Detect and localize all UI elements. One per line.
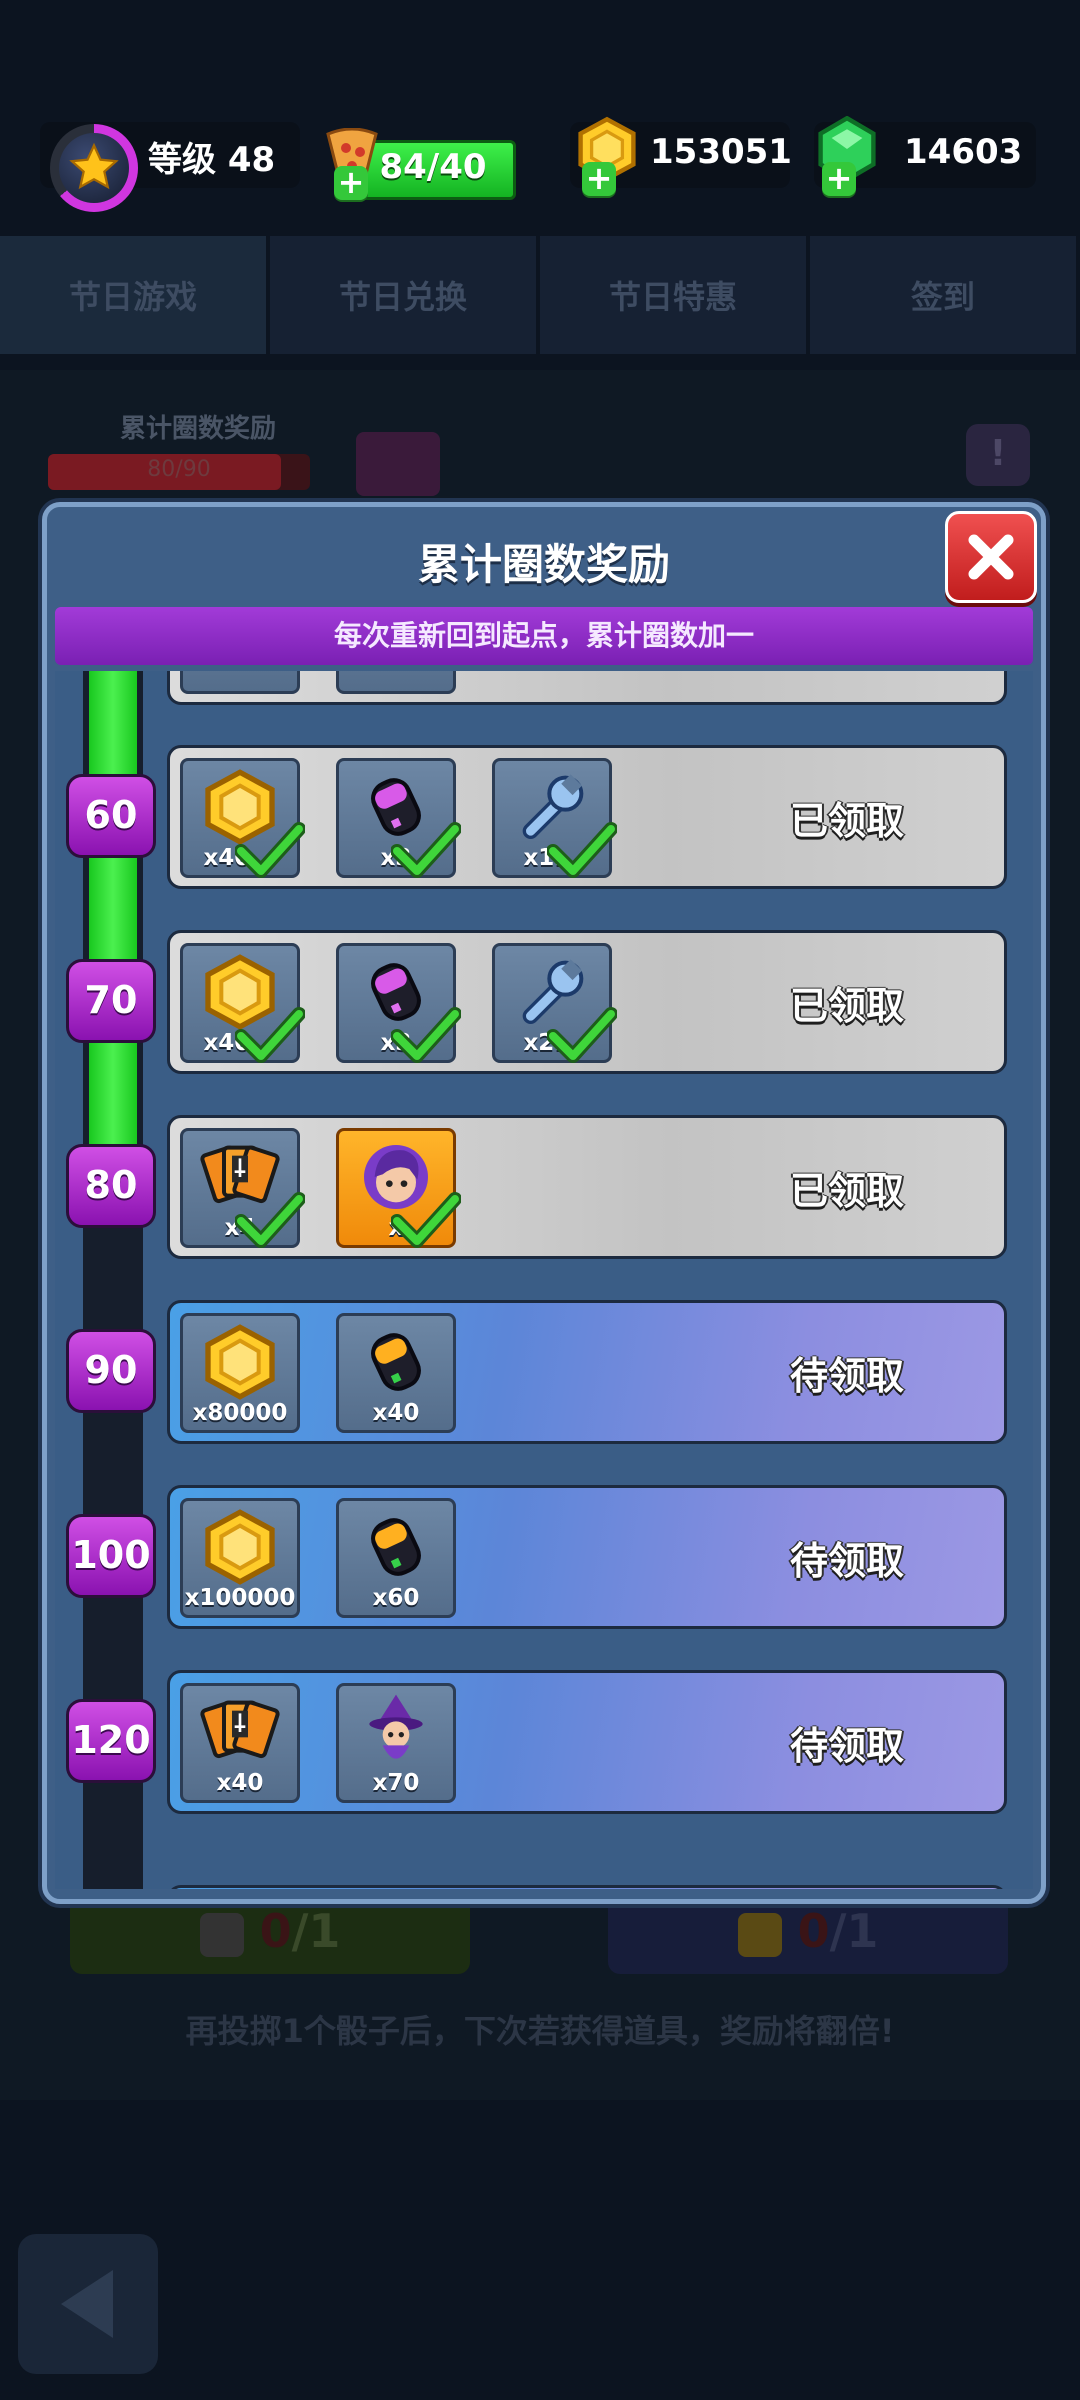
close-button[interactable] xyxy=(945,511,1037,603)
coins-display[interactable]: + 153051 xyxy=(570,116,792,196)
energy-display[interactable]: 84/40 + xyxy=(320,122,580,200)
check-icon xyxy=(391,1007,461,1063)
milestone-badge: 60 xyxy=(66,774,156,858)
gems-value: 14603 xyxy=(904,132,1023,172)
resource-bar: 等级 48 84/40 + + 153051 + 14603 xyxy=(40,108,1040,212)
milestone-badge: 90 xyxy=(66,1329,156,1413)
reward-row-partial-next xyxy=(167,1885,1007,1889)
orange-canister-icon xyxy=(356,1507,436,1587)
check-icon xyxy=(235,822,305,878)
coins-value: 153051 xyxy=(650,132,792,172)
cards-icon xyxy=(200,1692,280,1772)
info-button[interactable]: ! xyxy=(966,424,1030,486)
reward-item[interactable]: x4 xyxy=(180,1128,305,1248)
claimed-status: 已领取 xyxy=(789,799,904,843)
reward-quantity: x40 xyxy=(216,1770,264,1796)
coin-icon xyxy=(200,1507,280,1587)
bg-progress-text: 80/90 xyxy=(147,457,211,482)
claimed-status: 已领取 xyxy=(789,984,904,1028)
check-icon xyxy=(391,1192,461,1248)
milestone-badge: 80 xyxy=(66,1144,156,1228)
check-icon xyxy=(391,822,461,878)
reward-item[interactable]: x40 xyxy=(180,1683,300,1803)
reward-quantity: x80000 xyxy=(192,1400,288,1426)
reward-row-partial xyxy=(167,671,1007,705)
milestone-badge: 120 xyxy=(66,1699,156,1783)
level-label: 等级 48 xyxy=(148,140,276,180)
dice-count-total: /1 xyxy=(291,1904,341,1958)
add-gems-button[interactable]: + xyxy=(822,162,856,196)
close-icon xyxy=(968,534,1014,580)
reward-row-80[interactable]: 80 x4 x 已领取 xyxy=(66,1115,1007,1259)
gold-dice-icon xyxy=(737,1912,782,1957)
reward-quantity: x70 xyxy=(372,1770,420,1796)
bg-laps-label: 累计圈数奖励 xyxy=(120,414,277,444)
check-icon xyxy=(547,1007,617,1063)
reward-item[interactable]: x2... xyxy=(492,943,617,1063)
add-coins-button[interactable]: + xyxy=(582,162,616,196)
milestone-badge: 70 xyxy=(66,959,156,1043)
back-button[interactable] xyxy=(18,2234,158,2374)
modal-banner: 每次重新回到起点，累计圈数加一 xyxy=(55,607,1033,665)
reward-quantity: x40 xyxy=(372,1400,420,1426)
reward-item[interactable]: x3 xyxy=(336,758,461,878)
star-icon xyxy=(69,142,119,190)
double-reward-hint: 再投掷1个骰子后，下次若获得道具，奖励将翻倍! xyxy=(185,2012,895,2050)
dice-count-current: 0 xyxy=(797,1904,830,1958)
tab-festival-exchange[interactable]: 节日兑换 xyxy=(270,236,536,354)
reward-item[interactable]: x40... xyxy=(180,943,305,1063)
orange-canister-icon xyxy=(356,1322,436,1402)
tab-festival-deals[interactable]: 节日特惠 xyxy=(540,236,806,354)
tab-festival-game[interactable]: 节日游戏 xyxy=(0,236,266,354)
reward-item[interactable]: x1... xyxy=(492,758,617,878)
reward-item[interactable]: x40... xyxy=(180,758,305,878)
reward-row-60[interactable]: 60 x40... x3 x1... 已领取 xyxy=(66,745,1007,889)
modal-title: 累计圈数奖励 xyxy=(417,540,670,589)
reward-item[interactable]: x3 xyxy=(336,943,461,1063)
reward-quantity: x100000 xyxy=(184,1585,296,1611)
reward-item[interactable]: x70 xyxy=(336,1683,456,1803)
reward-row-90[interactable]: 90 x80000 x40 待领取 xyxy=(66,1300,1007,1444)
dice-count-total: /1 xyxy=(829,1904,879,1958)
gems-display[interactable]: + 14603 xyxy=(814,116,1036,196)
bg-laps-progress: 80/90 xyxy=(48,454,310,490)
dice-icon xyxy=(199,1912,244,1957)
claimed-status: 已领取 xyxy=(789,1169,904,1213)
tab-sign-in[interactable]: 签到 xyxy=(810,236,1076,354)
reward-row-120[interactable]: 120 x40 x70 待领取 xyxy=(66,1670,1007,1814)
laps-reward-modal: 累计圈数奖励 每次重新回到起点，累计圈数加一 60 x40... x3 x1... 已领… xyxy=(42,502,1046,1904)
claim-button[interactable]: 待领取 xyxy=(790,1530,904,1585)
reward-list[interactable]: 60 x40... x3 x1... 已领取 70 x40... x3 x2... 已领取 80 x4… xyxy=(55,671,1033,1889)
reward-quantity: x60 xyxy=(372,1585,420,1611)
back-arrow-icon xyxy=(61,2270,113,2338)
witch-figure-icon xyxy=(356,1692,436,1772)
dice-count-current: 0 xyxy=(259,1904,292,1958)
tab-bar: 节日游戏 节日兑换 节日特惠 签到 xyxy=(0,236,1080,354)
level-display[interactable]: 等级 48 xyxy=(40,122,300,212)
progress-fill xyxy=(89,671,137,1151)
check-icon xyxy=(235,1007,305,1063)
reward-item[interactable]: x80000 xyxy=(180,1313,300,1433)
add-energy-button[interactable]: + xyxy=(334,166,368,200)
check-icon xyxy=(547,822,617,878)
chest-icon[interactable] xyxy=(356,432,440,496)
level-badge xyxy=(50,124,138,212)
reward-item[interactable]: x40 xyxy=(336,1313,456,1433)
reward-row-100[interactable]: 100 x100000 x60 待领取 xyxy=(66,1485,1007,1629)
reward-item[interactable]: x60 xyxy=(336,1498,456,1618)
reward-item[interactable]: x xyxy=(336,1128,461,1248)
reward-item[interactable]: x100000 xyxy=(180,1498,300,1618)
check-icon xyxy=(235,1192,305,1248)
milestone-badge: 100 xyxy=(66,1514,156,1598)
claim-button[interactable]: 待领取 xyxy=(790,1345,904,1400)
coin-icon xyxy=(200,1322,280,1402)
reward-row-70[interactable]: 70 x40... x3 x2... 已领取 xyxy=(66,930,1007,1074)
claim-button[interactable]: 待领取 xyxy=(790,1715,904,1770)
